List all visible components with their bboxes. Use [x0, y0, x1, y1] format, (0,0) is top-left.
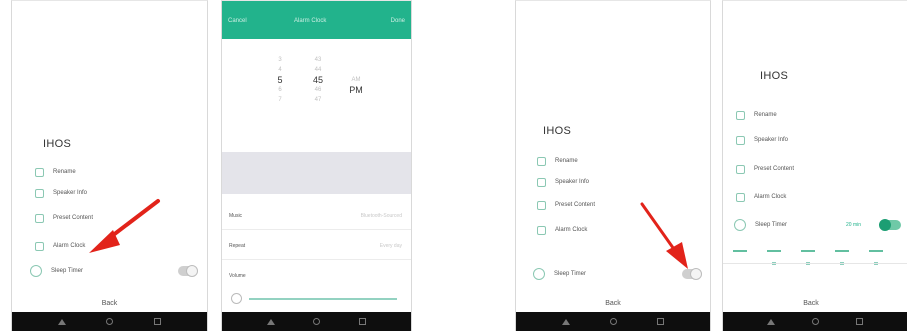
- menu-item-label: Sleep Timer: [755, 222, 788, 228]
- android-navbar: [222, 312, 411, 331]
- minute-option: 47: [314, 97, 322, 103]
- minute-wheel[interactable]: 43 44 45 46 47: [303, 55, 333, 105]
- ampm-selected: PM: [349, 85, 363, 95]
- volume-slider[interactable]: [249, 298, 397, 300]
- clock-icon: [734, 219, 746, 231]
- timer-option[interactable]: [767, 245, 781, 265]
- alarm-clock-screen: Cancel Alarm Clock Done 3 4 5 6 7 43 44 …: [221, 0, 412, 331]
- divider: [222, 229, 411, 230]
- hour-selected: 5: [277, 75, 283, 85]
- repeat-label: Repeat: [229, 243, 246, 249]
- menu-screen-2: IHOS Rename Speaker Info Preset Content …: [515, 0, 711, 331]
- picker-divider-band: [222, 152, 411, 194]
- hour-option: 7: [278, 97, 282, 103]
- timer-option[interactable]: [733, 245, 747, 252]
- back-button[interactable]: Back: [723, 300, 907, 307]
- menu-item-label: Alarm Clock: [754, 194, 787, 200]
- cancel-button[interactable]: Cancel: [228, 18, 247, 24]
- hour-wheel[interactable]: 3 4 5 6 7: [265, 55, 295, 105]
- sleep-timer-options[interactable]: [723, 245, 907, 265]
- menu-item-label: Rename: [754, 112, 777, 118]
- recents-nav-icon[interactable]: [358, 318, 366, 325]
- menu-screen-1: IHOS Rename Speaker Info Preset Content …: [11, 0, 208, 331]
- timer-divider: [723, 263, 907, 264]
- volume-label: Volume: [229, 273, 246, 279]
- hour-option: 3: [278, 57, 282, 63]
- divider: [222, 259, 411, 260]
- repeat-value: Every day: [379, 243, 402, 249]
- back-nav-icon[interactable]: [767, 318, 776, 325]
- home-nav-icon[interactable]: [811, 318, 819, 325]
- menu-item-speaker-info[interactable]: Speaker Info: [723, 133, 907, 147]
- recents-nav-icon[interactable]: [855, 318, 863, 325]
- hour-option: 6: [278, 87, 282, 93]
- toggle-knob: [879, 219, 891, 231]
- minute-option: 44: [314, 67, 322, 73]
- info-icon: [736, 135, 745, 145]
- music-label: Music: [229, 213, 243, 219]
- sleep-timer-toggle[interactable]: [879, 219, 901, 231]
- back-nav-icon[interactable]: [267, 318, 276, 325]
- pointer-arrow: [640, 202, 688, 269]
- menu-item-label: Preset Content: [754, 166, 795, 172]
- minute-option: 43: [314, 57, 322, 63]
- sleep-timer-screen: IHOS Rename Speaker Info Preset Content …: [722, 0, 907, 331]
- picker-header: Cancel Alarm Clock Done: [222, 1, 411, 39]
- menu-item-preset-content[interactable]: Preset Content: [723, 162, 907, 176]
- ampm-option: AM: [351, 77, 361, 83]
- home-nav-icon[interactable]: [313, 318, 321, 325]
- app-title: IHOS: [760, 70, 789, 82]
- timer-option[interactable]: [835, 245, 849, 265]
- timer-option[interactable]: [869, 245, 883, 265]
- volume-row: Volume: [222, 273, 411, 279]
- menu-item-rename[interactable]: Rename: [723, 108, 907, 122]
- music-value: Bluetooth-Sourced: [360, 213, 402, 219]
- sleep-timer-value: 20 min: [846, 222, 862, 228]
- pointer-arrow: [89, 199, 160, 253]
- ampm-wheel[interactable]: AM PM: [341, 75, 371, 95]
- menu-item-label: Speaker Info: [754, 137, 789, 143]
- minute-option: 46: [314, 87, 322, 93]
- minute-selected: 45: [312, 75, 323, 85]
- picker-title: Alarm Clock: [294, 18, 327, 24]
- music-row[interactable]: Music Bluetooth-Sourced: [222, 213, 411, 219]
- repeat-row[interactable]: Repeat Every day: [222, 243, 411, 249]
- hour-option: 4: [278, 67, 282, 73]
- edit-icon: [736, 110, 745, 120]
- menu-item-alarm-clock[interactable]: Alarm Clock: [723, 190, 907, 204]
- preset-icon: [736, 164, 745, 174]
- android-navbar: [723, 312, 907, 331]
- done-button[interactable]: Done: [391, 18, 405, 24]
- timer-option[interactable]: [801, 245, 815, 265]
- alarm-icon: [736, 192, 745, 202]
- volume-icon: [231, 293, 242, 304]
